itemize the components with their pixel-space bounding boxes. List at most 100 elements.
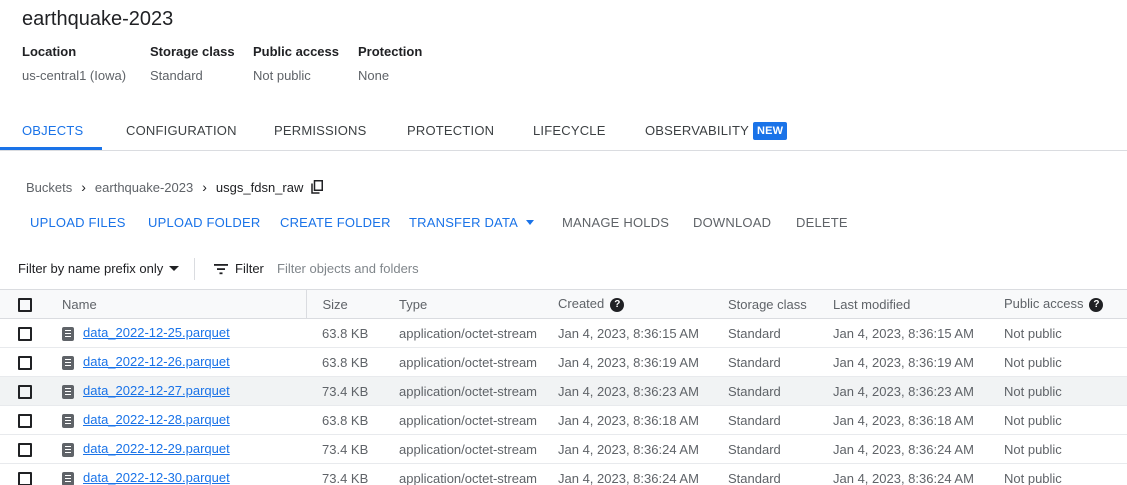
tab-observability-label: OBSERVABILITY [645, 123, 749, 138]
help-icon[interactable]: ? [1089, 297, 1104, 312]
name-cell: data_2022-12-28.parquet [56, 406, 306, 435]
file-icon [62, 355, 74, 370]
table-row[interactable]: data_2022-12-25.parquet 63.8 KB applicatio… [0, 319, 1127, 348]
object-name-link[interactable]: data_2022-12-28.parquet [83, 412, 230, 427]
table-header-row: Name Size Type Created? Storage class La… [0, 289, 1127, 319]
transfer-data-button[interactable]: TRANSFER DATA [409, 215, 535, 230]
help-icon[interactable]: ? [610, 297, 625, 312]
column-header-name[interactable]: Name [56, 289, 307, 319]
filter-button-label: Filter [235, 261, 264, 276]
row-checkbox-cell [0, 319, 56, 348]
info-label: Location [22, 44, 77, 59]
last-modified-cell: Jan 4, 2023, 8:36:24 AM [833, 441, 974, 457]
type-cell: application/octet-stream [399, 383, 538, 399]
row-checkbox-cell [0, 348, 56, 377]
tab-lifecycle[interactable]: LIFECYCLE [533, 112, 606, 151]
breadcrumb-bucket[interactable]: earthquake-2023 [95, 180, 193, 195]
filter-button[interactable]: Filter [214, 261, 264, 276]
breadcrumb: Buckets › earthquake-2023 › usgs_fdsn_ra… [26, 178, 324, 196]
filter-objects-input[interactable] [277, 256, 677, 280]
column-header-type[interactable]: Type [383, 290, 558, 319]
last-modified-cell: Jan 4, 2023, 8:36:18 AM [833, 412, 974, 428]
object-name-link[interactable]: data_2022-12-30.parquet [83, 470, 230, 485]
type-cell: application/octet-stream [399, 325, 538, 341]
object-name-link[interactable]: data_2022-12-29.parquet [83, 441, 230, 456]
tab-permissions[interactable]: PERMISSIONS [274, 112, 367, 151]
type-cell: application/octet-stream [399, 412, 538, 428]
row-checkbox[interactable] [18, 384, 32, 399]
objects-table-body: data_2022-12-25.parquet 63.8 KB applicatio… [0, 319, 1127, 485]
create-folder-button[interactable]: CREATE FOLDER [280, 215, 391, 230]
public-access-cell: Not public [1004, 325, 1062, 341]
column-header-created-label: Created [558, 296, 605, 312]
info-value: None [358, 68, 390, 83]
upload-files-button[interactable]: UPLOAD FILES [30, 215, 126, 230]
type-cell: application/octet-stream [399, 354, 538, 370]
object-name-link[interactable]: data_2022-12-26.parquet [83, 354, 230, 369]
caret-down-icon [169, 266, 180, 272]
file-icon [62, 326, 74, 341]
last-modified-cell: Jan 4, 2023, 8:36:23 AM [833, 383, 974, 399]
row-checkbox[interactable] [18, 442, 32, 457]
table-row[interactable]: data_2022-12-26.parquet 63.8 KB applicatio… [0, 348, 1127, 377]
select-all-checkbox[interactable] [18, 297, 32, 312]
column-header-public-access-label: Public access [1004, 296, 1084, 312]
column-header-size[interactable]: Size [306, 290, 383, 319]
column-header-storage-class[interactable]: Storage class [728, 290, 833, 319]
info-value: us-central1 (Iowa) [22, 68, 127, 83]
info-protection: Protection None [358, 44, 422, 83]
name-cell: data_2022-12-26.parquet [56, 348, 306, 377]
type-cell: application/octet-stream [399, 441, 538, 457]
column-header-last-modified[interactable]: Last modified [833, 290, 1004, 319]
row-checkbox-cell [0, 435, 56, 464]
row-checkbox[interactable] [18, 355, 32, 370]
row-checkbox-cell [0, 406, 56, 435]
row-checkbox[interactable] [18, 471, 32, 485]
new-badge: NEW [753, 121, 788, 140]
filter-mode-select[interactable]: Filter by name prefix only [18, 261, 180, 276]
object-name-link[interactable]: data_2022-12-27.parquet [83, 383, 230, 398]
file-icon [62, 442, 74, 457]
size-cell: 73.4 KB [322, 383, 369, 399]
tab-observability[interactable]: OBSERVABILITY NEW [645, 112, 788, 151]
info-label: Storage class [150, 44, 235, 59]
file-icon [62, 384, 74, 399]
bucket-title: earthquake-2023 [22, 8, 174, 30]
column-header-public-access[interactable]: Public access? [1004, 290, 1127, 319]
public-access-cell: Not public [1004, 412, 1062, 428]
created-cell: Jan 4, 2023, 8:36:23 AM [558, 383, 699, 399]
filter-icon [214, 263, 228, 274]
tab-objects[interactable]: OBJECTS [22, 112, 83, 151]
info-label: Protection [358, 44, 423, 59]
created-cell: Jan 4, 2023, 8:36:24 AM [558, 441, 699, 457]
name-cell: data_2022-12-25.parquet [56, 319, 306, 348]
row-checkbox[interactable] [18, 413, 32, 428]
size-cell: 73.4 KB [322, 441, 369, 457]
storage-class-cell: Standard [728, 441, 781, 457]
created-cell: Jan 4, 2023, 8:36:15 AM [558, 325, 699, 341]
info-value: Not public [253, 68, 311, 83]
copy-icon[interactable] [311, 180, 324, 194]
tab-bar: OBJECTS CONFIGURATION PERMISSIONS PROTEC… [0, 112, 1127, 151]
row-checkbox-cell [0, 464, 56, 485]
file-icon [62, 471, 74, 485]
object-name-link[interactable]: data_2022-12-25.parquet [83, 325, 230, 340]
breadcrumb-buckets[interactable]: Buckets [26, 180, 72, 195]
table-row[interactable]: data_2022-12-27.parquet 73.4 KB applicatio… [0, 376, 1127, 406]
tab-configuration[interactable]: CONFIGURATION [126, 112, 237, 151]
download-button[interactable]: DOWNLOAD [693, 215, 771, 230]
manage-holds-button[interactable]: MANAGE HOLDS [562, 215, 669, 230]
size-cell: 73.4 KB [322, 470, 369, 485]
delete-button[interactable]: DELETE [796, 215, 848, 230]
table-row[interactable]: data_2022-12-30.parquet 73.4 KB applicatio… [0, 464, 1127, 485]
tab-protection[interactable]: PROTECTION [407, 112, 494, 151]
column-header-created[interactable]: Created? [558, 290, 728, 319]
table-row[interactable]: data_2022-12-29.parquet 73.4 KB applicatio… [0, 435, 1127, 464]
upload-folder-button[interactable]: UPLOAD FOLDER [148, 215, 260, 230]
storage-class-cell: Standard [728, 412, 781, 428]
table-row[interactable]: data_2022-12-28.parquet 63.8 KB applicatio… [0, 406, 1127, 435]
info-location: Location us-central1 (Iowa) [22, 44, 126, 83]
type-cell: application/octet-stream [399, 470, 538, 485]
public-access-cell: Not public [1004, 470, 1062, 485]
row-checkbox[interactable] [18, 326, 32, 341]
